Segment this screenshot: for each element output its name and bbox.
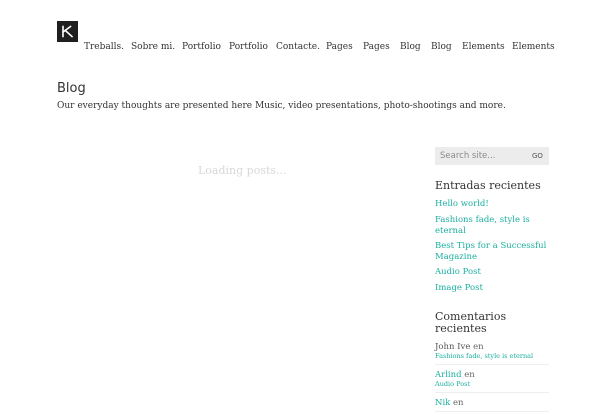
comment-author-line: Arlind en (435, 370, 549, 380)
nav-item-blog[interactable]: Blog (400, 42, 421, 52)
k-logo-icon (61, 25, 74, 38)
comment-author[interactable]: Arlind (435, 370, 462, 380)
nav-item-portfolio[interactable]: Portfolio (182, 42, 221, 52)
nav-item-elements-2[interactable]: Elements (512, 42, 555, 52)
recent-post-link[interactable]: Fashions fade, style is eternal (435, 215, 530, 236)
recent-post-link[interactable]: Hello world! (435, 199, 489, 209)
nav-item-portfolio-2[interactable]: Portfolio (229, 42, 268, 52)
list-item: Audio Post (435, 267, 481, 278)
nav-item-sobre-mi[interactable]: Sobre mi. (131, 42, 175, 52)
list-item: Arlind en Audio Post (435, 370, 549, 393)
recent-post-link[interactable]: Image Post (435, 283, 483, 293)
recent-post-link[interactable]: Audio Post (435, 267, 481, 277)
list-item: Hello world! (435, 199, 489, 210)
loading-indicator: Loading posts... (198, 164, 287, 177)
list-item: Fashions fade, style is eternal (435, 215, 535, 236)
search-input[interactable] (435, 151, 526, 161)
comment-on: en (473, 342, 484, 352)
comment-author-line: John Ive en (435, 342, 549, 352)
comment-author: John Ive (435, 342, 471, 352)
list-item: Best Tips for a Successful Magazine (435, 241, 553, 262)
nav-item-contacte[interactable]: Contacte. (276, 42, 320, 52)
page-description: Our everyday thoughts are presented here… (57, 101, 506, 111)
comment-post-link[interactable]: Audio Post (435, 380, 549, 389)
recent-post-link[interactable]: Best Tips for a Successful Magazine (435, 241, 546, 262)
recent-comments-list: John Ive en Fashions fade, style is eter… (435, 342, 549, 417)
list-item: Nik en (435, 398, 549, 412)
nav-item-blog-2[interactable]: Blog (431, 42, 452, 52)
nav-item-pages-2[interactable]: Pages (363, 42, 390, 52)
comment-on: en (464, 370, 475, 380)
search-go-button[interactable]: GO (532, 152, 543, 160)
list-item: John Ive en Fashions fade, style is eter… (435, 342, 549, 365)
nav-item-treballs[interactable]: Treballs. (84, 42, 124, 52)
site-logo[interactable] (57, 21, 78, 42)
nav-item-pages[interactable]: Pages (326, 42, 353, 52)
comment-post-link[interactable]: Fashions fade, style is eternal (435, 352, 549, 361)
search-form: GO (435, 147, 549, 165)
list-item: Image Post (435, 283, 483, 294)
recent-comments-title: Comentarios recientes (435, 311, 506, 335)
recent-comments-title-line2: recientes (435, 322, 487, 335)
recent-posts-title: Entradas recientes (435, 179, 541, 192)
nav-item-elements[interactable]: Elements (462, 42, 505, 52)
page-title: Blog (57, 81, 86, 96)
